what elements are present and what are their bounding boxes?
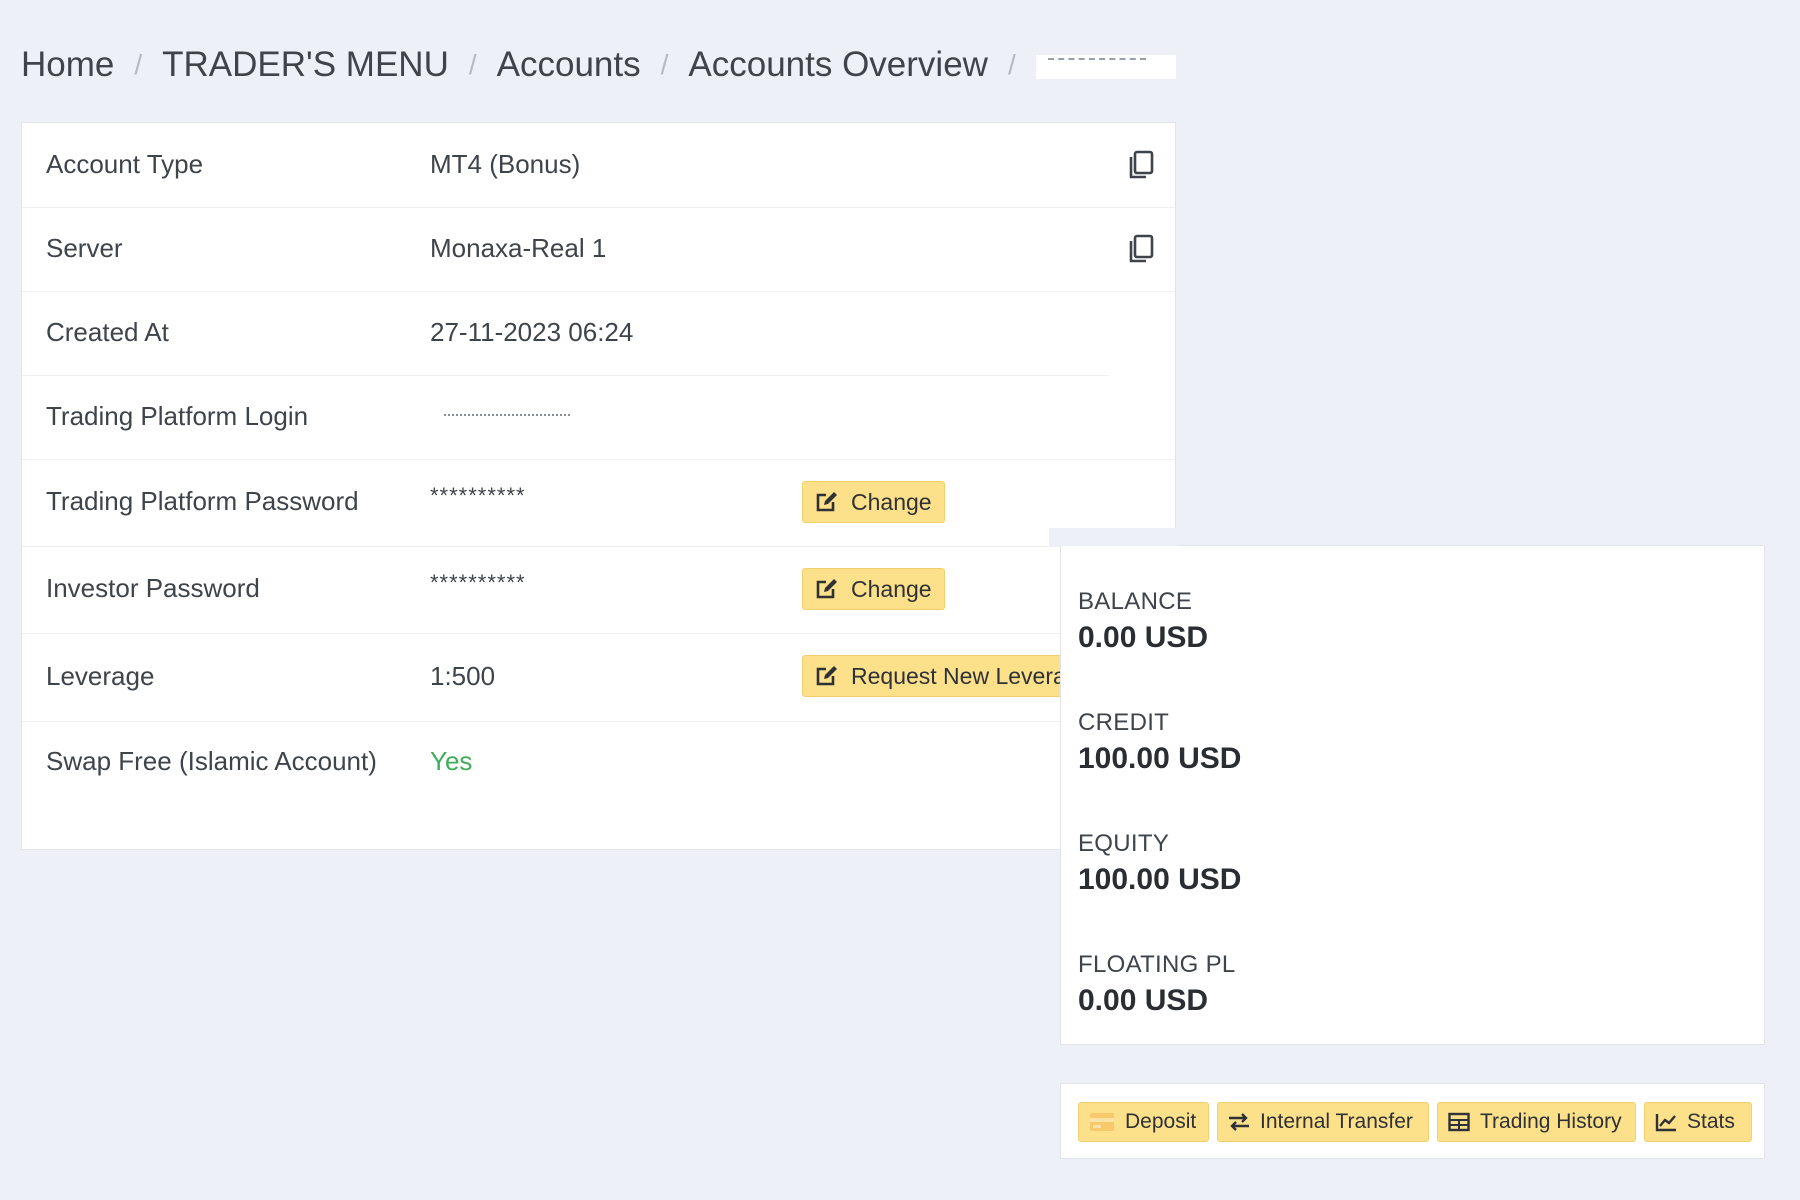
metric-balance: BALANCE 0.00 USD: [1078, 586, 1208, 658]
breadcrumb-separator: /: [1007, 49, 1016, 80]
breadcrumb-home[interactable]: Home: [21, 45, 114, 85]
edit-icon: [816, 666, 837, 686]
breadcrumb-separator: /: [468, 49, 477, 80]
balance-value: 0.00 USD: [1078, 621, 1209, 654]
floating-pl-value: 0.00 USD: [1078, 984, 1209, 1017]
credit-card-icon: [1090, 1113, 1114, 1131]
trading-history-button[interactable]: Trading History: [1437, 1102, 1636, 1142]
stats-label: Stats: [1687, 1110, 1735, 1133]
breadcrumb: Home / TRADER'S MENU / Accounts / Accoun…: [21, 42, 1176, 88]
leverage-label: Leverage: [46, 661, 155, 691]
edit-icon: [816, 579, 837, 599]
credit-label: CREDIT: [1078, 709, 1170, 736]
row-investor-password: Investor Password ********** Change: [22, 546, 1175, 634]
deposit-button[interactable]: Deposit: [1078, 1102, 1209, 1142]
edit-icon: [816, 492, 837, 512]
investor-password-value: **********: [430, 570, 526, 595]
stats-button[interactable]: Stats: [1644, 1102, 1752, 1142]
request-new-leverage-button[interactable]: Request New Levera: [802, 655, 1082, 697]
created-at-value: 27-11-2023 06:24: [430, 317, 634, 347]
change-password-label: Change: [851, 488, 932, 515]
equity-label: EQUITY: [1078, 830, 1170, 857]
row-swap-free: Swap Free (Islamic Account) Yes: [22, 721, 1175, 849]
row-trading-platform-password: Trading Platform Password ********** Cha…: [22, 459, 1175, 547]
breadcrumb-account-number-redacted: [1035, 55, 1176, 79]
server-label: Server: [46, 233, 123, 263]
breadcrumb-accounts[interactable]: Accounts: [497, 45, 641, 85]
breadcrumb-separator: /: [660, 49, 669, 80]
internal-transfer-label: Internal Transfer: [1260, 1110, 1413, 1133]
trading-history-label: Trading History: [1480, 1110, 1622, 1133]
login-value-redacted: [430, 396, 580, 438]
change-investor-password-label: Change: [851, 575, 932, 602]
metric-equity: EQUITY 100.00 USD: [1078, 828, 1241, 900]
table-icon: [1448, 1112, 1470, 1132]
internal-transfer-button[interactable]: Internal Transfer: [1217, 1102, 1429, 1142]
copy-icon[interactable]: [1127, 150, 1155, 180]
row-created-at: Created At 27-11-2023 06:24: [22, 291, 1109, 376]
row-trading-platform-login: Trading Platform Login: [22, 375, 1175, 460]
floating-pl-label: FLOATING PL: [1078, 951, 1236, 978]
account-details-card: Account Type MT4 (Bonus) Server Monaxa-R…: [21, 122, 1176, 850]
change-investor-password-button[interactable]: Change: [802, 568, 945, 610]
deposit-label: Deposit: [1125, 1110, 1197, 1133]
request-new-leverage-label: Request New Levera: [851, 662, 1066, 689]
account-type-label: Account Type: [46, 149, 204, 179]
exchange-icon: [1229, 1113, 1249, 1131]
breadcrumb-traders-menu[interactable]: TRADER'S MENU: [162, 45, 449, 85]
password-label: Trading Platform Password: [46, 486, 359, 516]
copy-icon[interactable]: [1127, 234, 1155, 264]
line-chart-icon: [1655, 1114, 1676, 1132]
login-label: Trading Platform Login: [46, 401, 309, 431]
equity-value: 100.00 USD: [1078, 863, 1242, 896]
investor-password-label: Investor Password: [46, 573, 260, 603]
swap-free-label: Swap Free (Islamic Account): [46, 746, 377, 776]
row-server: Server Monaxa-Real 1: [22, 207, 1175, 292]
swap-free-value: Yes: [430, 746, 473, 776]
password-value: **********: [430, 483, 526, 508]
change-password-button[interactable]: Change: [802, 481, 945, 523]
breadcrumb-separator: /: [134, 49, 143, 80]
leverage-value: 1:500: [430, 661, 496, 691]
row-leverage: Leverage 1:500 Request New Levera: [22, 633, 1175, 722]
breadcrumb-accounts-overview[interactable]: Accounts Overview: [688, 45, 988, 85]
credit-value: 100.00 USD: [1078, 742, 1242, 775]
metric-credit: CREDIT 100.00 USD: [1078, 707, 1241, 779]
server-value: Monaxa-Real 1: [430, 233, 607, 263]
account-actions-card: Deposit Internal Transfer Trading Histor…: [1060, 1083, 1765, 1159]
balance-summary-card: BALANCE 0.00 USD CREDIT 100.00 USD EQUIT…: [1049, 528, 1765, 1045]
balance-label: BALANCE: [1078, 588, 1193, 615]
account-type-value: MT4 (Bonus): [430, 149, 581, 179]
metric-floating-pl: FLOATING PL 0.00 USD: [1078, 949, 1236, 1021]
created-at-label: Created At: [46, 317, 169, 347]
row-account-type: Account Type MT4 (Bonus): [22, 123, 1175, 208]
